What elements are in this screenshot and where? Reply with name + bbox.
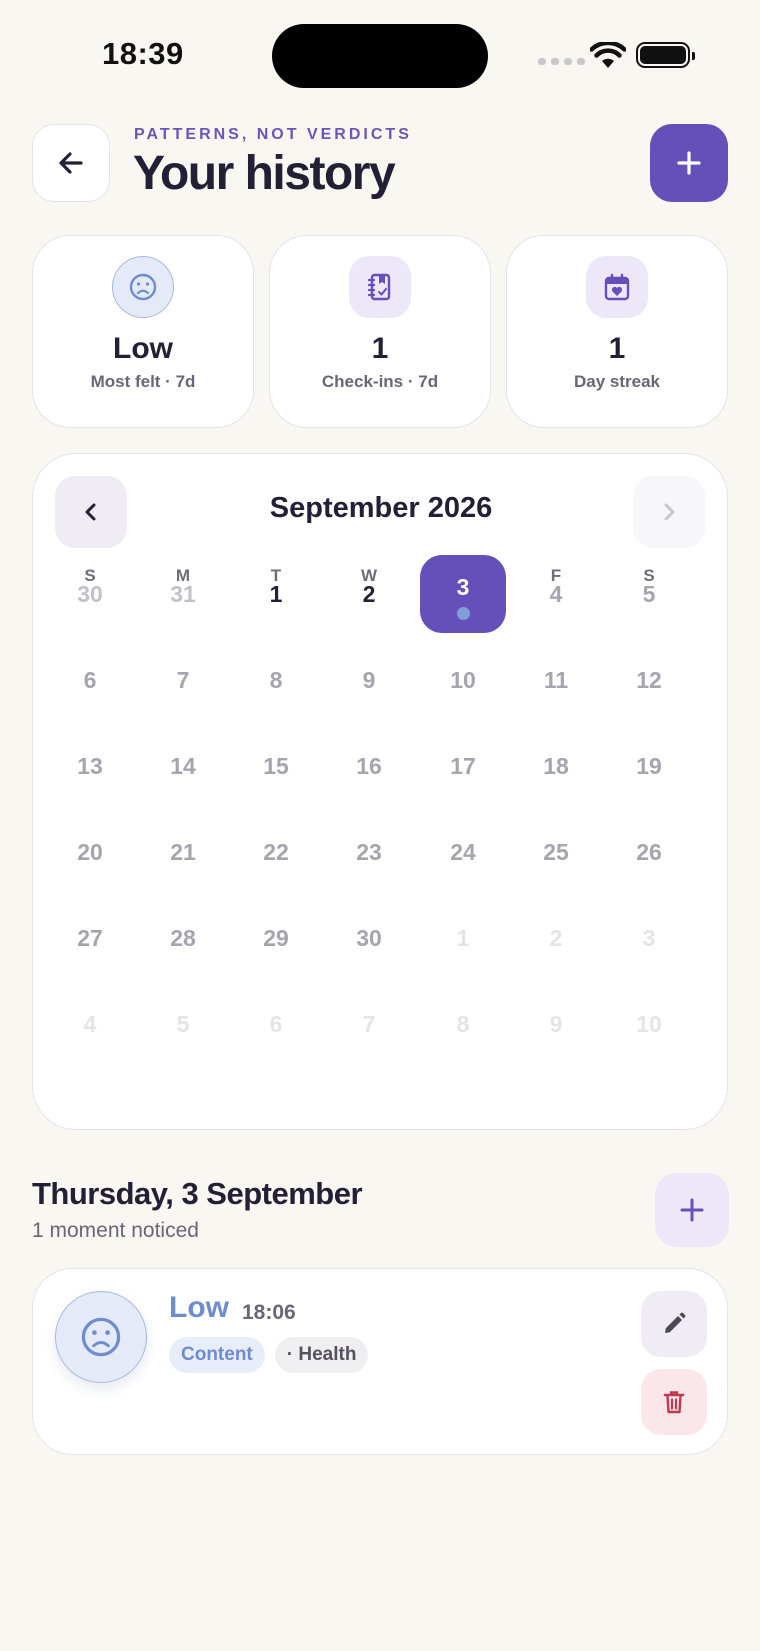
calendar-day[interactable]: 6 [47,641,133,719]
stat-card-day-streak: 1 Day streak [506,235,728,428]
calendar-day[interactable]: 7 [140,641,226,719]
add-moment-button[interactable] [655,1173,729,1247]
selected-day-title: Thursday, 3 September [32,1176,363,1211]
page-title: Your history [133,147,396,200]
back-button[interactable] [32,124,110,202]
plus-icon [680,1198,704,1222]
calendar-day: 4 [83,1010,97,1037]
stat-value: 1 [371,332,389,365]
stat-label: Most felt · 7d [90,372,196,391]
calendar-day[interactable]: 2 [326,555,412,633]
calendar-day[interactable]: 1 [233,555,319,633]
edit-entry-button[interactable] [641,1291,707,1357]
calendar-day[interactable]: 4 [513,555,599,633]
calendar-day[interactable]: 25 [513,813,599,891]
calendar-day[interactable]: 20 [47,813,133,891]
calendar-day[interactable]: 18 [513,727,599,805]
calendar-grid: 30 31 1 2 3 4 5 6 7 8 9 10 11 12 13 14 15 16 17 18 19 20 21 22 2… [33,454,729,1131]
calendar-day[interactable]: 8 [233,641,319,719]
calendar-day[interactable]: 30 [47,555,133,633]
plus-icon [677,151,701,175]
add-entry-button[interactable] [650,124,728,202]
journal-icon [349,256,411,318]
calendar-day: 3 [642,924,656,951]
mood-entry-card[interactable]: Low 18:06 Content · Health [32,1268,728,1455]
entry-mood-label: Low [169,1291,229,1324]
stats-row: Low Most felt · 7d 1 Check-ins · 7d 1 Da… [32,235,728,428]
calendar-day[interactable]: 30 [326,899,412,977]
calendar-day[interactable]: 27 [47,899,133,977]
calendar-day[interactable]: 22 [233,813,319,891]
stat-card-most-felt: Low Most felt · 7d [32,235,254,428]
calendar-day[interactable]: 24 [420,813,506,891]
calendar-day[interactable]: 12 [606,641,692,719]
calendar-day[interactable]: 31 [140,555,226,633]
cellular-signal-icon [538,58,585,65]
sad-face-icon [112,256,174,318]
entry-tags: Content · Health [169,1337,369,1373]
calendar-day: 7 [362,1010,376,1037]
calendar-day[interactable]: 23 [326,813,412,891]
delete-entry-button[interactable] [641,1369,707,1435]
calendar-day: 9 [549,1010,563,1037]
calendar-day[interactable]: 10 [420,641,506,719]
dynamic-island [272,24,488,88]
calendar-day[interactable]: 15 [233,727,319,805]
calendar-day: 2 [549,924,563,951]
calendar-day[interactable]: 13 [47,727,133,805]
calendar-day[interactable]: 21 [140,813,226,891]
tag-chip: Content [169,1337,265,1373]
calendar-day[interactable]: 19 [606,727,692,805]
calendar-day: 1 [456,924,470,951]
page-eyebrow: PATTERNS, NOT VERDICTS [134,126,412,143]
stat-value: 1 [608,332,626,365]
battery-icon [636,42,695,68]
calendar-day: 8 [456,1010,470,1037]
calendar-day[interactable]: 26 [606,813,692,891]
entry-time: 18:06 [242,1301,296,1324]
sad-face-icon [55,1291,147,1383]
entry-indicator-dot [456,607,470,620]
calendar-day: 5 [176,1010,190,1037]
calendar-day: 6 [269,1010,283,1037]
calendar-day[interactable]: 17 [420,727,506,805]
calendar-day[interactable]: 5 [606,555,692,633]
wifi-icon [590,42,626,68]
status-time: 18:39 [102,36,184,71]
stat-label: Day streak [573,372,660,391]
pencil-icon [665,1312,686,1333]
calendar-heart-icon [586,256,648,318]
calendar-day[interactable]: 29 [233,899,319,977]
stat-value: Low [113,332,173,365]
calendar: September 2026 SMTWTFS 30311234567891011… [32,453,728,1130]
status-bar: 18:39 [0,0,760,110]
stat-card-check-ins: 1 Check-ins · 7d [269,235,491,428]
calendar-day[interactable]: 11 [513,641,599,719]
calendar-day[interactable]: 28 [140,899,226,977]
calendar-day[interactable]: 14 [140,727,226,805]
calendar-day-number: 3 [456,574,470,600]
trash-icon [663,1391,685,1414]
calendar-day[interactable]: 16 [326,727,412,805]
calendar-day-selected[interactable]: 3 [420,555,506,633]
selected-day-subtitle: 1 moment noticed [32,1219,199,1242]
arrow-left-icon [59,152,83,174]
calendar-day[interactable]: 9 [326,641,412,719]
stat-label: Check-ins · 7d [321,372,439,391]
tag-chip: · Health [274,1337,369,1373]
calendar-day: 10 [636,1010,662,1037]
